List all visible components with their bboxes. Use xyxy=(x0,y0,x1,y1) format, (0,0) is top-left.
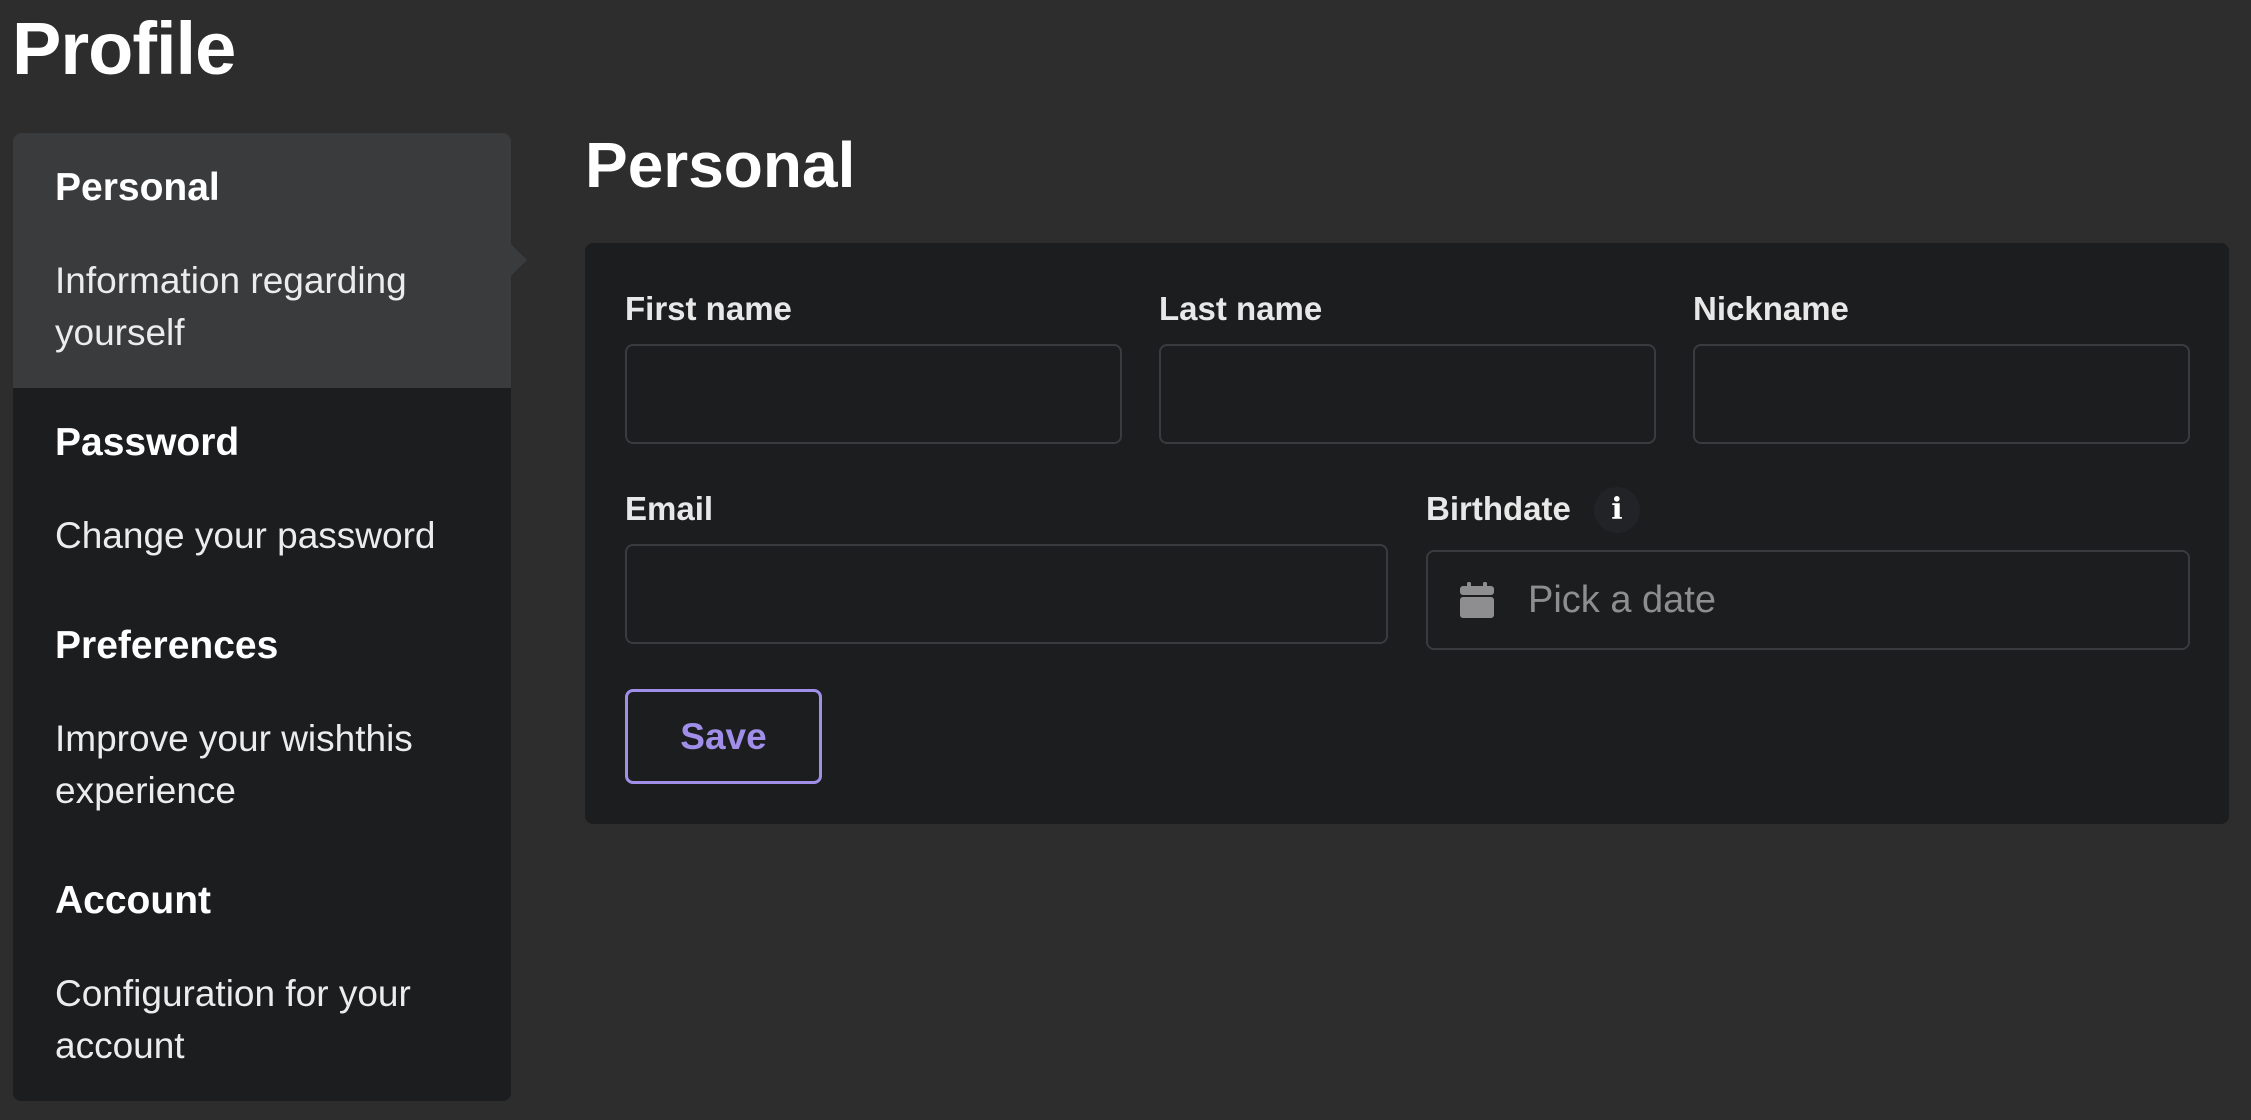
sidebar-item-description: Change your password xyxy=(55,515,436,556)
first-name-label: First name xyxy=(625,290,792,327)
last-name-label: Last name xyxy=(1159,290,1323,327)
sidebar-item-personal[interactable]: Personal Information regarding yourself xyxy=(13,133,527,388)
profile-sidebar: Personal Information regarding yourself … xyxy=(13,133,527,1101)
sidebar-item-description: Improve your wishthis experience xyxy=(55,718,413,811)
sidebar-item-description: Configuration for your account xyxy=(55,973,411,1066)
birthdate-label: Birthdate xyxy=(1426,490,1571,527)
email-label: Email xyxy=(625,490,714,527)
first-name-input[interactable] xyxy=(625,344,1122,444)
sidebar-item-title: Password xyxy=(55,421,240,464)
nickname-input[interactable] xyxy=(1693,344,2190,444)
birthdate-placeholder: Pick a date xyxy=(1528,579,1716,621)
sidebar-item-title: Account xyxy=(55,879,211,922)
sidebar-item-password[interactable]: Password Change your password xyxy=(13,388,511,591)
info-icon[interactable]: i xyxy=(1594,487,1640,533)
sidebar-item-title: Preferences xyxy=(55,624,279,667)
save-button[interactable]: Save xyxy=(625,689,822,784)
sidebar-item-account[interactable]: Account Configuration for your account xyxy=(13,846,511,1101)
sidebar-item-description: Information regarding yourself xyxy=(55,260,407,353)
nickname-label: Nickname xyxy=(1693,290,1849,327)
last-name-input[interactable] xyxy=(1159,344,1656,444)
email-input[interactable] xyxy=(625,544,1388,644)
birthdate-date-picker[interactable]: Pick a date xyxy=(1426,550,2190,650)
page-title: Profile xyxy=(12,7,236,90)
section-title: Personal xyxy=(585,129,856,201)
calendar-icon xyxy=(1460,582,1494,618)
sidebar-item-preferences[interactable]: Preferences Improve your wishthis experi… xyxy=(13,591,511,846)
sidebar-item-title: Personal xyxy=(55,166,220,209)
personal-form: First name Last name Nickname Email Birt… xyxy=(585,243,2229,824)
